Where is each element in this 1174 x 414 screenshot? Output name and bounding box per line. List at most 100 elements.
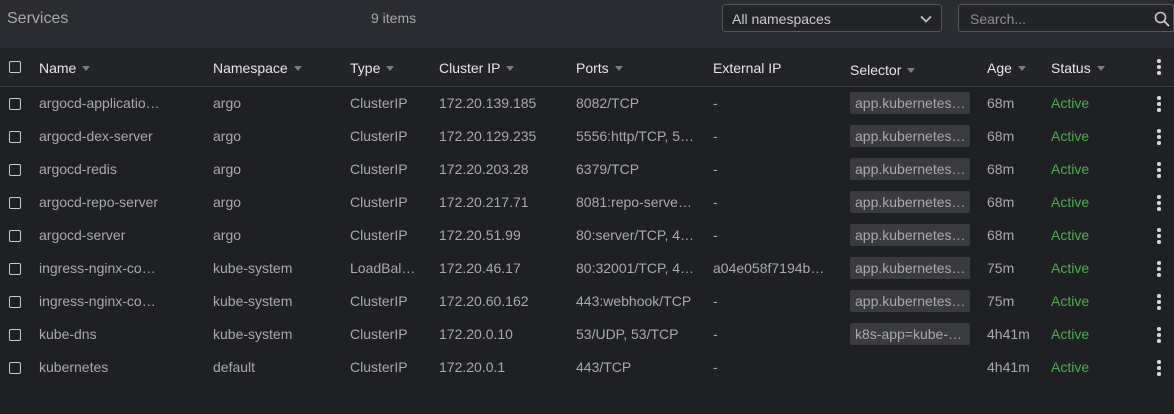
table-row[interactable]: argocd-repo-server argo ClusterIP 172.20… (0, 186, 1174, 219)
status-badge: Active (1051, 293, 1090, 309)
row-menu-icon[interactable] (1157, 96, 1161, 112)
column-header-status[interactable]: Status (1051, 60, 1105, 76)
column-header-name[interactable]: Name (39, 60, 91, 76)
cell-type: ClusterIP (350, 128, 408, 144)
table-row[interactable]: kube-dns kube-system ClusterIP 172.20.0.… (0, 318, 1174, 351)
selector-badge: app.kubernetes.… (850, 224, 970, 246)
table-row[interactable]: argocd-server argo ClusterIP 172.20.51.9… (0, 219, 1174, 252)
sort-arrow-icon (386, 65, 395, 71)
cell-age: 68m (987, 227, 1015, 243)
cell-namespace: argo (213, 194, 242, 210)
column-header-age[interactable]: Age (987, 60, 1026, 76)
cell-type: ClusterIP (350, 326, 408, 342)
cell-age: 68m (987, 95, 1015, 111)
table-row[interactable]: ingress-nginx-con… kube-system LoadBala…… (0, 252, 1174, 285)
selector-text: app.kubernetes.… (855, 260, 966, 276)
column-header-selector[interactable]: Selector (850, 62, 916, 78)
row-checkbox[interactable] (9, 362, 21, 374)
cell-external-ip: - (713, 128, 718, 144)
row-menu-icon[interactable] (1157, 228, 1161, 244)
select-all-checkbox[interactable] (9, 61, 21, 73)
column-menu-icon[interactable] (1157, 59, 1161, 75)
column-label: Status (1051, 60, 1091, 76)
row-menu-icon[interactable] (1157, 129, 1161, 145)
row-menu-icon[interactable] (1157, 294, 1161, 310)
namespace-select[interactable]: All namespaces (722, 4, 942, 32)
row-checkbox[interactable] (9, 98, 21, 110)
row-menu-icon[interactable] (1157, 261, 1161, 277)
selector-text: app.kubernetes.… (855, 161, 966, 177)
cell-namespace: argo (213, 95, 242, 111)
cell-cluster-ip: 172.20.139.185 (439, 95, 537, 111)
selector-text: app.kubernetes.… (855, 194, 966, 210)
search-icon[interactable] (1154, 11, 1170, 27)
cell-namespace: kube-system (213, 326, 293, 342)
row-menu-icon[interactable] (1157, 360, 1161, 376)
column-label: Type (350, 60, 381, 76)
row-menu-icon[interactable] (1157, 327, 1161, 343)
selector-text: app.kubernetes.… (855, 293, 966, 309)
column-header-ports[interactable]: Ports (576, 60, 623, 76)
selector-text: k8s-app=kube-d… (855, 326, 966, 342)
cell-ports: 443:webhook/TCP (576, 293, 692, 309)
row-checkbox[interactable] (9, 197, 21, 209)
selector-badge: k8s-app=kube-d… (850, 323, 970, 345)
row-checkbox[interactable] (9, 230, 21, 242)
cell-external-ip: - (713, 161, 718, 177)
cell-ports: 5556:http/TCP, 55… (576, 128, 696, 144)
row-checkbox[interactable] (9, 164, 21, 176)
cell-namespace: kube-system (213, 293, 293, 309)
selector-text: app.kubernetes.… (855, 128, 966, 144)
cell-age: 68m (987, 194, 1015, 210)
table-row[interactable]: argocd-applicatio… argo ClusterIP 172.20… (0, 87, 1174, 120)
status-badge: Active (1051, 194, 1090, 210)
column-header-cluster-ip[interactable]: Cluster IP (439, 60, 515, 76)
cell-external-ip: - (713, 293, 718, 309)
cell-ports: 443/TCP (576, 359, 632, 375)
selector-badge: app.kubernetes.… (850, 125, 970, 147)
cell-cluster-ip: 172.20.46.17 (439, 260, 521, 276)
status-badge: Active (1051, 326, 1090, 342)
selector-text: app.kubernetes.… (855, 227, 966, 243)
status-badge: Active (1051, 227, 1090, 243)
cell-cluster-ip: 172.20.129.235 (439, 128, 537, 144)
namespace-select-value: All namespaces (732, 11, 831, 27)
status-badge: Active (1051, 260, 1090, 276)
chevron-down-icon (920, 15, 932, 23)
cell-external-ip: - (713, 95, 718, 111)
cell-ports: 8081:repo-server/… (576, 194, 696, 210)
table-row[interactable]: argocd-dex-server argo ClusterIP 172.20.… (0, 120, 1174, 153)
table-row[interactable]: argocd-redis argo ClusterIP 172.20.203.2… (0, 153, 1174, 186)
cell-ports: 6379/TCP (576, 161, 640, 177)
cell-age: 75m (987, 260, 1015, 276)
row-menu-icon[interactable] (1157, 162, 1161, 178)
cell-cluster-ip: 172.20.60.162 (439, 293, 529, 309)
column-header-namespace[interactable]: Namespace (213, 60, 302, 76)
cell-type: ClusterIP (350, 194, 408, 210)
row-checkbox[interactable] (9, 131, 21, 143)
cell-external-ip: - (713, 194, 718, 210)
column-label: Namespace (213, 60, 288, 76)
row-menu-icon[interactable] (1157, 195, 1161, 211)
search-box[interactable] (958, 4, 1174, 32)
status-badge: Active (1051, 161, 1090, 177)
cell-name: kube-dns (39, 326, 97, 342)
services-table: Name Namespace Type Cluster IP Ports Ext… (0, 48, 1174, 414)
table-header: Name Namespace Type Cluster IP Ports Ext… (0, 48, 1174, 87)
table-row[interactable]: kubernetes default ClusterIP 172.20.0.1 … (0, 351, 1174, 384)
row-checkbox[interactable] (9, 263, 21, 275)
sort-arrow-icon (506, 65, 515, 71)
cell-name: argocd-applicatio… (39, 95, 160, 111)
row-checkbox[interactable] (9, 296, 21, 308)
cell-age: 75m (987, 293, 1015, 309)
row-checkbox[interactable] (9, 329, 21, 341)
table-row[interactable]: ingress-nginx-con… kube-system ClusterIP… (0, 285, 1174, 318)
cell-type: ClusterIP (350, 161, 408, 177)
column-label: External IP (713, 60, 782, 76)
cell-type: ClusterIP (350, 227, 408, 243)
cell-name: argocd-repo-server (39, 194, 159, 210)
column-header-external-ip[interactable]: External IP (713, 60, 781, 76)
cell-type: ClusterIP (350, 95, 408, 111)
search-input[interactable] (968, 9, 1152, 29)
column-header-type[interactable]: Type (350, 60, 395, 76)
